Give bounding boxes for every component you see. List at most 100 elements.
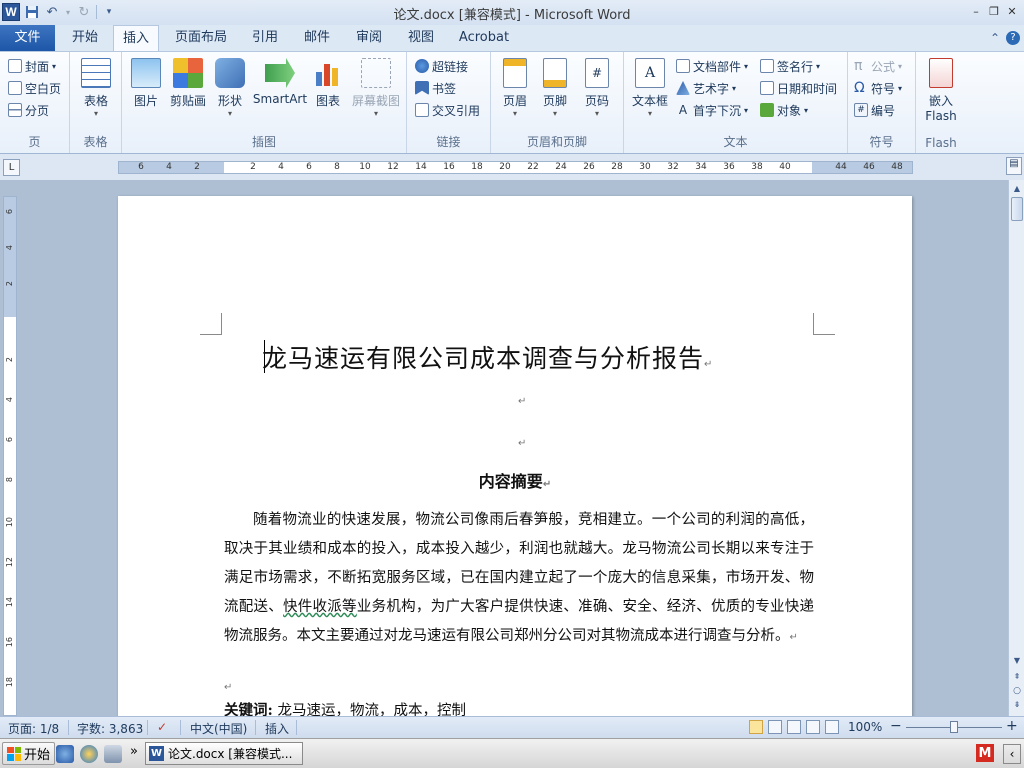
- tab-insert[interactable]: 插入: [113, 25, 159, 52]
- text-box-icon: A: [635, 58, 665, 88]
- zoom-in-button[interactable]: +: [1006, 718, 1018, 734]
- horizontal-ruler[interactable]: 6 4 2 2 4 6 8 10 12 14 16 18 20 22 24 26 28 30 32 34 36 38 40 4…: [118, 161, 913, 174]
- document-title[interactable]: 龙马速运有限公司成本调查与分析报告↵: [262, 339, 713, 375]
- insert-mode-indicator[interactable]: 插入: [265, 720, 289, 737]
- date-time-button[interactable]: 日期和时间: [760, 78, 837, 98]
- ruler-number: 8: [334, 162, 340, 172]
- page-number-button[interactable]: # 页码 ▾: [581, 58, 613, 118]
- wordart-button[interactable]: 艺术字 ▾: [676, 78, 736, 98]
- quick-launch-icon[interactable]: [56, 745, 74, 763]
- tab-home[interactable]: 开始: [62, 25, 108, 51]
- shapes-button[interactable]: 形状 ▾: [214, 58, 246, 118]
- vertical-ruler-number: 12: [5, 557, 14, 568]
- embed-flash-button[interactable]: 嵌入 Flash: [922, 58, 960, 123]
- picture-icon: [131, 58, 161, 88]
- abstract-paragraph[interactable]: 随着物流业的快速发展，物流公司像雨后春笋般，竞相建立。一个公司的利润的高低，取决…: [224, 506, 814, 652]
- ruler-number: 48: [891, 162, 903, 172]
- pi-icon: π: [854, 58, 863, 74]
- ruler-number: 26: [583, 162, 595, 172]
- wordart-icon: [676, 81, 690, 95]
- keywords-line[interactable]: 关键词: 龙马速运，物流，成本，控制: [224, 699, 466, 716]
- scrollbar-thumb[interactable]: [1011, 197, 1023, 221]
- cross-reference-button[interactable]: 交叉引用: [415, 100, 480, 120]
- page-break-button[interactable]: 分页: [8, 100, 49, 120]
- print-layout-view-icon[interactable]: [749, 720, 763, 734]
- page-count[interactable]: 页面: 1/8: [8, 720, 59, 737]
- show-hidden-icons-button[interactable]: ‹: [1003, 744, 1021, 764]
- drop-cap-button[interactable]: A 首字下沉 ▾: [676, 100, 748, 120]
- computer-icon[interactable]: [104, 745, 122, 763]
- text-box-button[interactable]: A 文本框 ▾: [630, 58, 670, 118]
- zoom-out-button[interactable]: −: [890, 718, 902, 734]
- screenshot-button[interactable]: 屏幕截图 ▾: [350, 58, 402, 118]
- previous-page-icon[interactable]: ⇞: [1010, 670, 1024, 684]
- outline-view-icon[interactable]: [806, 720, 820, 734]
- tab-mailings[interactable]: 邮件: [295, 25, 339, 51]
- minimize-ribbon-icon[interactable]: ⌃: [990, 31, 1000, 45]
- vertical-scrollbar[interactable]: ▲ ▼ ⇞ ○ ⇟: [1008, 180, 1024, 716]
- browse-object-icon[interactable]: ○: [1010, 684, 1024, 698]
- group-label-flash: Flash: [925, 136, 957, 150]
- zoom-level[interactable]: 100%: [848, 720, 882, 734]
- equation-button[interactable]: π 公式 ▾: [854, 56, 902, 76]
- picture-button[interactable]: 图片: [130, 58, 162, 109]
- minimize-button[interactable]: –: [968, 3, 984, 19]
- ruler-number: 4: [166, 162, 172, 172]
- scroll-up-arrow-icon[interactable]: ▲: [1010, 182, 1024, 196]
- start-button[interactable]: 开始: [2, 742, 56, 765]
- ruler-number: 22: [527, 162, 539, 172]
- word-count[interactable]: 字数: 3,863: [77, 720, 143, 737]
- web-layout-icon[interactable]: [787, 720, 801, 734]
- cover-page-button[interactable]: 封面 ▾: [8, 56, 56, 76]
- quick-launch-more-icon[interactable]: »: [130, 744, 138, 759]
- language-indicator[interactable]: 中文(中国): [190, 720, 247, 737]
- object-button[interactable]: 对象 ▾: [760, 100, 808, 120]
- quick-parts-button[interactable]: 文档部件 ▾: [676, 56, 748, 76]
- restore-button[interactable]: ❐: [986, 3, 1002, 19]
- footer-icon: [543, 58, 567, 88]
- help-icon[interactable]: ?: [1006, 31, 1020, 45]
- bookmark-button[interactable]: 书签: [415, 78, 456, 98]
- tab-view[interactable]: 视图: [399, 25, 443, 51]
- tab-review[interactable]: 审阅: [347, 25, 391, 51]
- empty-paragraph: ↵: [518, 396, 527, 407]
- tab-page-layout[interactable]: 页面布局: [168, 25, 234, 51]
- vertical-ruler-number: 6: [5, 437, 14, 443]
- vertical-ruler[interactable]: 6 4 2 2 4 6 8 10 12 14 16 18: [3, 196, 17, 716]
- tray-app-icon[interactable]: M: [976, 744, 994, 762]
- ruler-number: 24: [555, 162, 567, 172]
- zoom-slider-knob[interactable]: [950, 721, 958, 733]
- signature-line-button[interactable]: 签名行 ▾: [760, 56, 820, 76]
- header-button[interactable]: 页眉 ▾: [499, 58, 531, 118]
- internet-explorer-icon[interactable]: [80, 745, 98, 763]
- clip-art-button[interactable]: 剪贴画: [168, 58, 208, 109]
- number-button[interactable]: # 编号: [854, 100, 895, 120]
- smartart-button[interactable]: SmartArt: [252, 58, 308, 106]
- vertical-ruler-number: 2: [5, 281, 14, 287]
- symbol-button[interactable]: Ω 符号 ▾: [854, 78, 902, 98]
- vertical-ruler-number: 8: [5, 477, 14, 483]
- draft-view-icon[interactable]: [825, 720, 839, 734]
- proofing-icon[interactable]: ✓: [157, 720, 167, 734]
- view-ruler-button[interactable]: ▤: [1006, 157, 1022, 175]
- footer-button[interactable]: 页脚 ▾: [539, 58, 571, 118]
- full-screen-reading-icon[interactable]: [768, 720, 782, 734]
- ruler-number: 40: [779, 162, 791, 172]
- close-button[interactable]: ✕: [1004, 3, 1020, 19]
- scroll-down-arrow-icon[interactable]: ▼: [1010, 654, 1024, 668]
- blank-page-button[interactable]: 空白页: [8, 78, 61, 98]
- chart-button[interactable]: 图表: [312, 58, 344, 109]
- tab-selector-button[interactable]: L: [3, 159, 20, 176]
- tab-acrobat[interactable]: Acrobat: [452, 25, 516, 51]
- document-page[interactable]: 龙马速运有限公司成本调查与分析报告↵ ↵ ↵ 内容摘要↵ 随着物流业的快速发展，…: [118, 196, 912, 716]
- next-page-icon[interactable]: ⇟: [1010, 698, 1024, 712]
- hyperlink-button[interactable]: 超链接: [415, 56, 468, 76]
- tab-references[interactable]: 引用: [243, 25, 287, 51]
- blank-page-icon: [8, 81, 22, 95]
- tab-file[interactable]: 文件: [0, 25, 55, 51]
- taskbar-word-document[interactable]: W 论文.docx [兼容模式...: [145, 742, 303, 765]
- table-button[interactable]: 表格 ▾: [78, 58, 114, 118]
- abstract-heading[interactable]: 内容摘要↵: [118, 468, 912, 492]
- ruler-number: 10: [359, 162, 371, 172]
- group-label-symbols: 符号: [869, 135, 894, 149]
